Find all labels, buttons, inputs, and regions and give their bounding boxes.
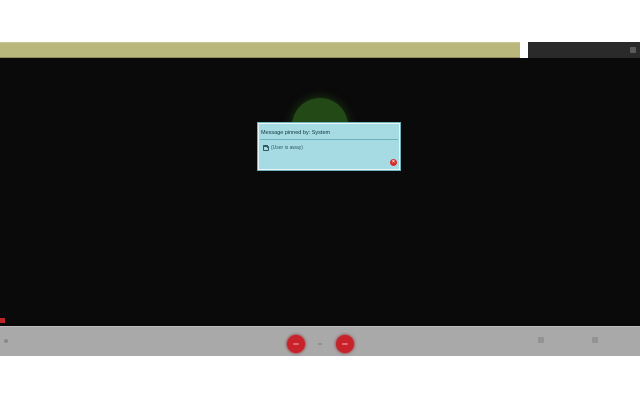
top-banner[interactable]	[0, 42, 520, 58]
toolbar-separator	[318, 343, 322, 345]
menu-icon	[592, 337, 598, 343]
dialog-message-row: (User is away)	[263, 144, 303, 151]
bottom-right-item[interactable]	[592, 337, 598, 345]
dialog-title: Message pinned by: System	[261, 130, 331, 136]
bottom-toolbar	[0, 326, 640, 356]
chat-icon	[538, 337, 544, 343]
dialog-divider	[260, 139, 398, 140]
app-page: Message pinned by: System (User is away)…	[0, 0, 640, 400]
top-right-toolbar	[528, 42, 640, 58]
mute-button[interactable]	[287, 335, 305, 353]
bottom-left-group[interactable]	[4, 339, 11, 343]
status-dot-icon	[4, 339, 8, 343]
settings-icon[interactable]	[630, 47, 636, 53]
end-call-button[interactable]	[336, 335, 354, 353]
pinned-message-dialog: Message pinned by: System (User is away)…	[258, 123, 400, 170]
recording-indicator	[0, 318, 5, 323]
folder-icon	[263, 144, 269, 151]
close-icon[interactable]: ×	[390, 159, 397, 166]
dialog-message-text: (User is away)	[271, 145, 303, 151]
bottom-right-item[interactable]	[538, 337, 544, 345]
